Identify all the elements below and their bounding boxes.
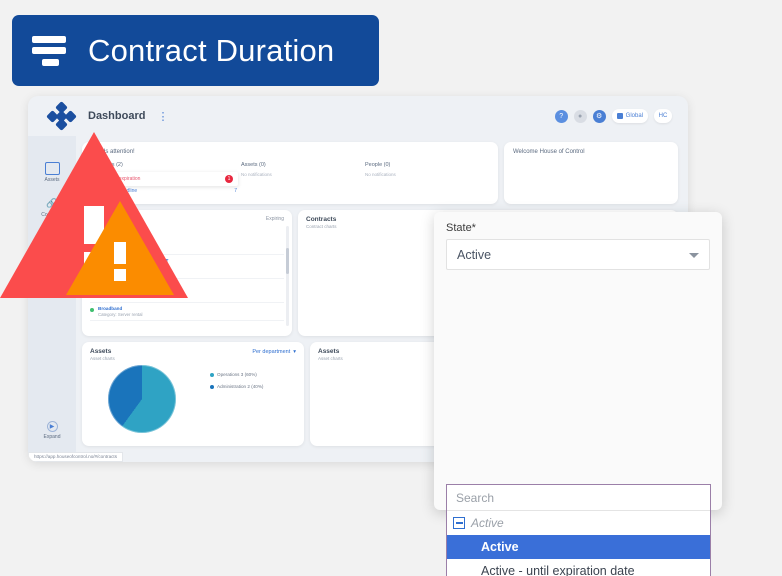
- legend-item: Operations 3 (60%): [210, 372, 263, 377]
- dropdown-group-active[interactable]: Active: [447, 511, 710, 535]
- status-dot-green-icon: [90, 308, 94, 312]
- scrollbar-thumb[interactable]: [286, 248, 289, 274]
- status-bar-url: https://app.houseofcontrol.no/#/contract…: [28, 452, 123, 462]
- global-selector-button[interactable]: Global: [611, 109, 648, 123]
- legend-label: Administration 2 (40%): [217, 384, 264, 389]
- chevron-down-icon: ▾: [293, 349, 296, 355]
- column-title: People (0): [365, 162, 391, 168]
- dropdown-option-active-until-expiration[interactable]: Active - until expiration date: [447, 559, 710, 576]
- legend-dot-icon: [210, 372, 214, 377]
- search-input[interactable]: Search: [447, 485, 710, 511]
- contract-category: Category: Server rental: [98, 312, 143, 317]
- assets-chart-card-left: Assets Asset charts Per department ▾ Ope…: [82, 342, 304, 446]
- gear-icon[interactable]: ⚙: [592, 109, 606, 123]
- empty-text: No notifications: [241, 172, 272, 177]
- expand-label: Expand: [43, 434, 61, 440]
- attention-row-count: 7: [234, 188, 237, 194]
- filter-label: Per department: [252, 349, 291, 355]
- topbar-actions: ? ● ⚙ Global HC: [554, 109, 676, 123]
- legend-dot-icon: [210, 384, 214, 389]
- globe-icon: [616, 113, 623, 119]
- chart-legend: Operations 3 (60%) Administration 2 (40%…: [210, 372, 263, 389]
- collapse-icon[interactable]: [453, 517, 465, 529]
- chevron-down-icon: [689, 252, 699, 258]
- search-placeholder: Search: [456, 490, 495, 505]
- attention-column-assets: Assets (0) No notifications: [241, 162, 365, 196]
- avatar[interactable]: HC: [654, 109, 672, 123]
- app-page-title: Dashboard: [88, 110, 146, 122]
- scrollbar[interactable]: [286, 226, 289, 326]
- contract-name: Broadband: [98, 306, 123, 311]
- welcome-text: Welcome House of Control: [513, 149, 585, 155]
- assets-pie-chart-left: [108, 365, 176, 433]
- chevron-right-icon: ▶: [46, 421, 58, 432]
- status-badge: 1: [225, 175, 233, 183]
- lock-icon[interactable]: ●: [573, 109, 587, 123]
- state-dropdown-panel: State* Active Search Active Active Activ…: [434, 212, 722, 576]
- legend-label: Operations 3 (60%): [217, 372, 257, 377]
- house-of-control-logo[interactable]: [46, 101, 77, 131]
- more-options-icon[interactable]: ⋮: [157, 110, 168, 123]
- per-department-filter[interactable]: Per department ▾: [252, 349, 296, 355]
- state-dropdown-list: Search Active Active Active - until expi…: [446, 484, 711, 576]
- global-label: Global: [625, 113, 643, 119]
- dropdown-options: Active Active Active - until expiration …: [447, 511, 710, 576]
- dropdown-option-active[interactable]: Active: [447, 535, 710, 559]
- state-select[interactable]: Active: [446, 239, 710, 270]
- sidebar-expand-button[interactable]: ▶ Expand: [28, 421, 76, 440]
- empty-text: No notifications: [365, 172, 396, 177]
- state-field-label: State*: [446, 222, 476, 234]
- help-icon[interactable]: ?: [554, 109, 568, 123]
- attention-column-people: People (0) No notifications: [365, 162, 489, 196]
- column-title: Assets (0): [241, 162, 266, 168]
- warning-triangle-orange: [64, 198, 176, 298]
- title-banner: Contract Duration: [12, 15, 379, 86]
- screenshot-root: Contract Duration Dashboard ⋮ ? ● ⚙ Glob…: [0, 0, 782, 576]
- state-selected-value: Active: [457, 247, 492, 262]
- list-item[interactable]: Broadband Category: Server rental: [90, 303, 284, 321]
- legend-item: Administration 2 (40%): [210, 384, 263, 389]
- card-subtitle: Asset charts: [90, 356, 115, 361]
- page-title: Contract Duration: [88, 32, 335, 68]
- welcome-card: Welcome House of Control: [504, 142, 678, 204]
- group-label: Active: [471, 516, 504, 530]
- document-lines-icon: [32, 34, 70, 68]
